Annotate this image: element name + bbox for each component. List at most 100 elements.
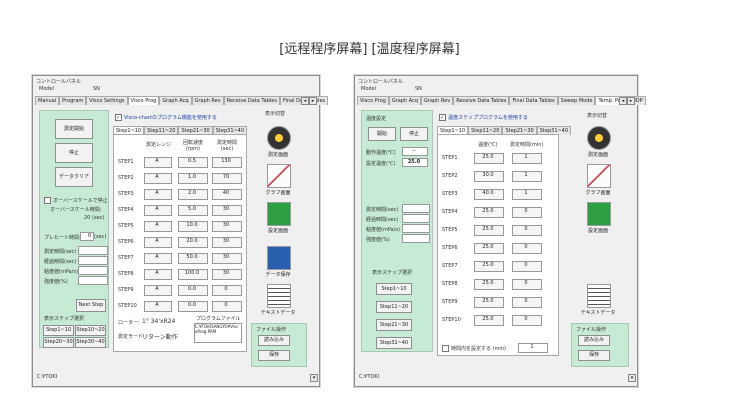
tab-visco-prog[interactable]: Visco Prog [357,96,389,105]
save-button[interactable]: 保存 [258,350,290,361]
text-document-icon[interactable] [587,284,611,308]
tab-graph-rev[interactable]: Graph Rev [421,96,454,105]
range-cell[interactable]: A [144,269,172,280]
speed-cell[interactable]: 0.0 [178,301,208,312]
range-cell[interactable]: A [144,189,172,200]
time-cell[interactable]: 0 [512,315,542,326]
scroll-down-icon[interactable]: ▾ [628,374,636,382]
tab-final-data-tables[interactable]: Final Data Tables [509,96,558,105]
speed-cell[interactable]: 20.0 [178,237,208,248]
step-31-40-button[interactable]: Step31~40 [376,337,412,349]
tab-receive-data-tables[interactable]: Receive Data Tables [223,96,280,105]
step-10-20-button[interactable]: Step10~20 [75,325,106,336]
gauge-icon[interactable] [587,126,611,150]
temp-cell[interactable]: 40.0 [474,189,504,200]
preheat-time-input[interactable]: 0 [80,232,94,241]
time-cell[interactable]: 0 [212,301,242,312]
temp-cell[interactable]: 30.0 [474,171,504,182]
time-cell[interactable]: 0 [512,243,542,254]
tab-manual[interactable]: Manual [35,96,60,105]
settings-icon[interactable] [267,202,291,226]
range-cell[interactable]: A [144,301,172,312]
temp-cell[interactable]: 25.0 [474,297,504,308]
range-cell[interactable]: A [144,221,172,232]
save-disk-icon[interactable] [267,246,291,270]
overscale-stop-checkbox[interactable]: オーバースケールで停止 [44,197,108,204]
gauge-icon[interactable] [267,126,291,150]
time-cell[interactable]: 1 [512,171,542,182]
time-cell[interactable]: 70 [212,173,242,184]
step-11-20-button[interactable]: Step11~20 [376,301,412,313]
tab-receive-data-tables[interactable]: Receive Data Tables [453,96,510,105]
text-document-icon[interactable] [267,284,291,308]
speed-cell[interactable]: 5.0 [178,205,208,216]
step-20-30-button[interactable]: Step20~30 [43,337,74,348]
time-cell[interactable]: 0 [212,285,242,296]
graph-icon[interactable] [587,164,611,188]
temp-cell[interactable]: 25.0 [474,207,504,218]
speed-cell[interactable]: 0.0 [178,285,208,296]
tab-graph-acq[interactable]: Graph Acq [159,96,192,105]
tab-scroll-right-icon[interactable]: ▸ [627,97,635,105]
start-measure-button[interactable]: 測定開始 [55,119,93,139]
scroll-down-icon[interactable]: ▾ [310,374,318,382]
speed-cell[interactable]: 0.5 [178,157,208,168]
time-cell[interactable]: 1 [512,153,542,164]
speed-cell[interactable]: 100.0 [178,269,208,280]
tab-scroll-left-icon[interactable]: ◂ [619,97,627,105]
step-1-10-button[interactable]: Step1~10 [43,325,74,336]
tab-sweep-mode[interactable]: Sweep Mode [557,96,596,105]
loop-time-input[interactable]: 1 [518,343,548,353]
settings-icon[interactable] [587,202,611,226]
time-cell[interactable]: 0 [512,297,542,308]
time-cell[interactable]: 30 [212,253,242,264]
range-cell[interactable]: A [144,237,172,248]
range-cell[interactable]: A [144,285,172,296]
save-button[interactable]: 保存 [578,350,610,361]
tab-visco-prog[interactable]: Visco Prog [127,96,160,105]
tab-scroll-left-icon[interactable]: ◂ [301,97,309,105]
tab-visco-settings[interactable]: Visco Settings [86,96,128,105]
set-temp-input[interactable]: 25.0 [402,158,428,167]
time-cell[interactable]: 0 [512,261,542,272]
temp-cell[interactable]: 25.0 [474,243,504,254]
speed-cell[interactable]: 2.0 [178,189,208,200]
tab-scroll-right-icon[interactable]: ▸ [309,97,317,105]
time-cell[interactable]: 30 [212,269,242,280]
time-cell[interactable]: 1 [512,189,542,200]
use-program-checkbox[interactable]: ✓ Visco-chartのプログラム機能を使用する [115,114,217,121]
time-cell[interactable]: 130 [212,157,242,168]
tab-graph-acq[interactable]: Graph Acq [388,96,421,105]
time-cell[interactable]: 40 [212,189,242,200]
speed-cell[interactable]: 1.0 [178,173,208,184]
range-cell[interactable]: A [144,205,172,216]
temp-cell[interactable]: 25.0 [474,225,504,236]
speed-cell[interactable]: 50.0 [178,253,208,264]
temp-cell[interactable]: 25.0 [474,261,504,272]
step-21-30-button[interactable]: Step21~30 [376,319,412,331]
range-cell[interactable]: A [144,173,172,184]
step-30-40-button[interactable]: Step30~40 [75,337,106,348]
time-cell[interactable]: 30 [212,205,242,216]
stop-button[interactable]: 停止 [400,127,428,141]
stop-button[interactable]: 停止 [55,143,93,163]
temp-cell[interactable]: 25.0 [474,279,504,290]
step-1-10-button[interactable]: Step1~10 [376,283,412,295]
loop-time-checkbox[interactable]: 時間内を設定する (min) [442,345,506,352]
tab-graph-rev[interactable]: Graph Rev [191,96,224,105]
next-step-button[interactable]: Next Step [76,299,106,312]
time-cell[interactable]: 30 [212,221,242,232]
load-button[interactable]: 読み込み [258,335,290,346]
clear-data-button[interactable]: データクリア [55,167,93,187]
tab-program[interactable]: Program [59,96,87,105]
time-cell[interactable]: 30 [212,237,242,248]
time-cell[interactable]: 0 [512,225,542,236]
load-button[interactable]: 読み込み [578,335,610,346]
start-button[interactable]: 開始 [368,127,396,141]
range-cell[interactable]: A [144,157,172,168]
time-cell[interactable]: 0 [512,279,542,290]
speed-cell[interactable]: 10.0 [178,221,208,232]
graph-icon[interactable] [267,164,291,188]
range-cell[interactable]: A [144,253,172,264]
temp-cell[interactable]: 25.0 [474,315,504,326]
